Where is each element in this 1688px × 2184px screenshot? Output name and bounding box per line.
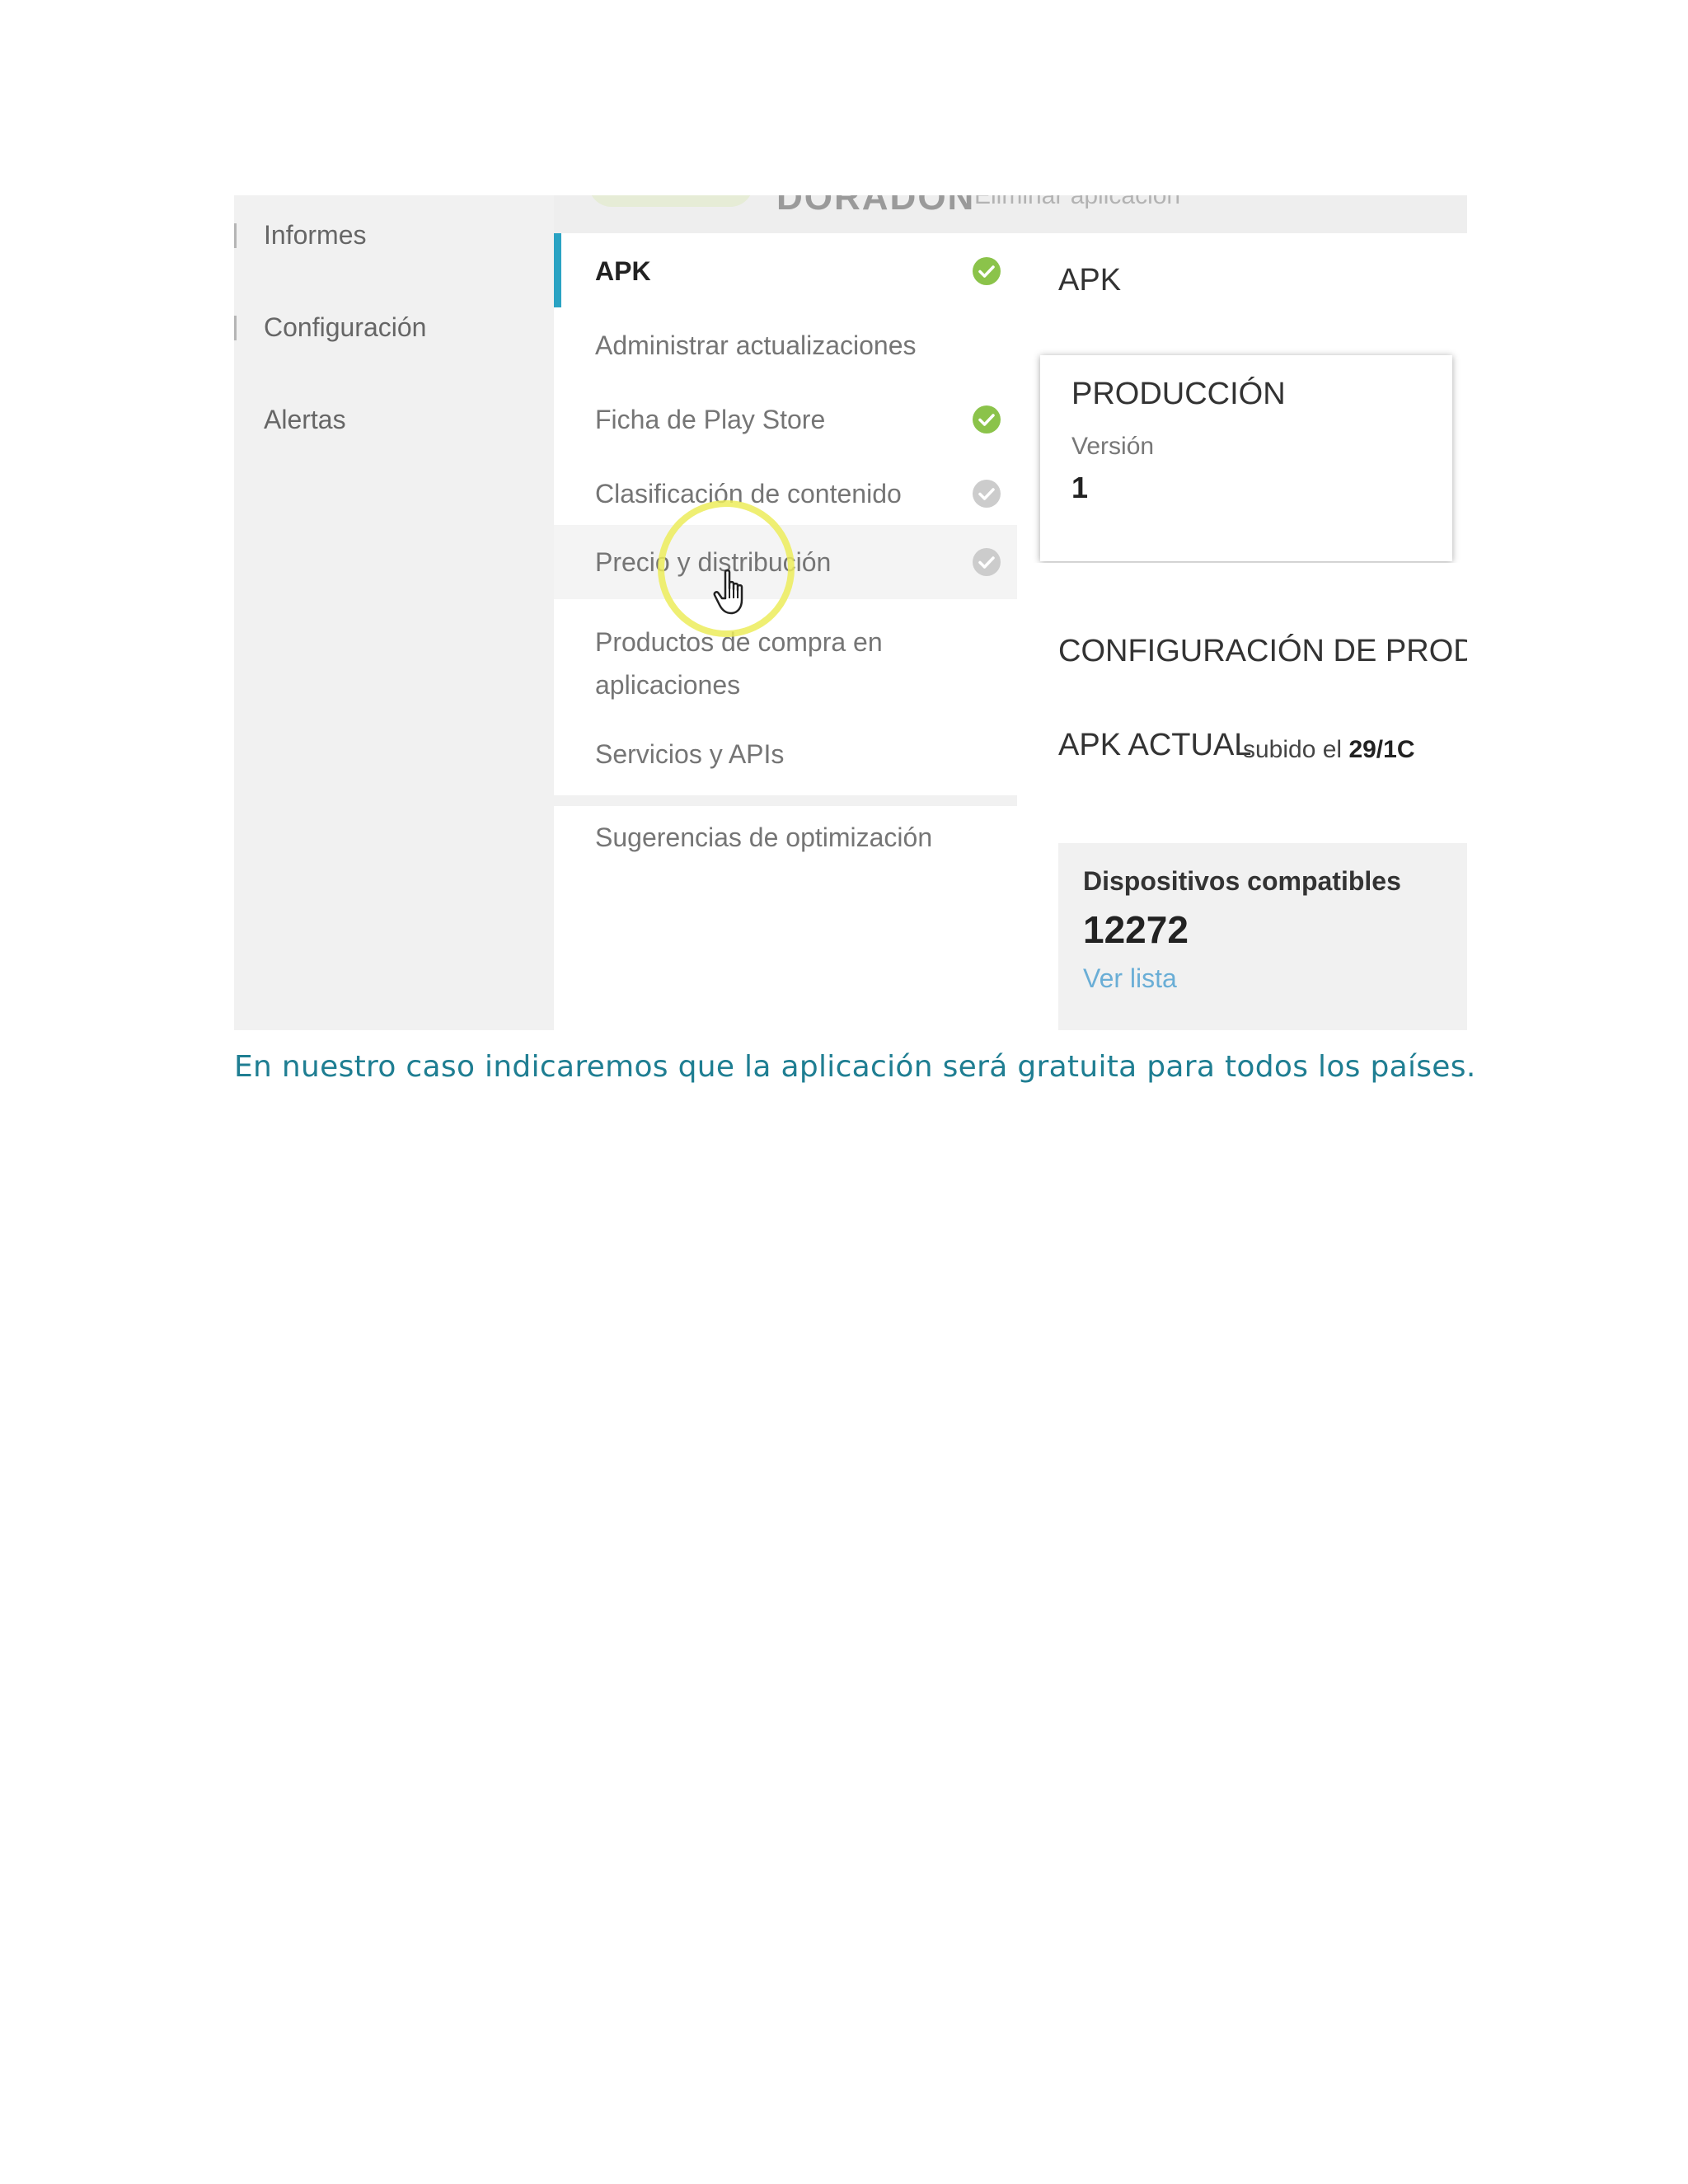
menu-item-label: Administrar actualizaciones (595, 330, 917, 360)
app-menu-panel: APK Administrar actualizaciones Ficha de… (554, 233, 1017, 1030)
check-circle-icon (973, 257, 1001, 285)
page-title: APK (1058, 263, 1122, 298)
check-circle-icon (973, 548, 1001, 576)
uploaded-date: subido el 29/1C (1243, 736, 1415, 764)
devices-label: Dispositivos compatibles (1083, 866, 1401, 896)
menu-item-optimization-tips[interactable]: Sugerencias de optimización (554, 816, 1017, 859)
menu-item-manage-updates[interactable]: Administrar actualizaciones (554, 324, 1017, 367)
check-circle-icon (973, 405, 1001, 434)
apk-content: APK PRODUCCIÓN Versión 1 CONFIGURACIÓN D… (1017, 233, 1467, 1030)
delete-app-link[interactable]: Eliminar aplicación (974, 195, 1180, 210)
menu-item-label: Sugerencias de optimización (595, 823, 933, 852)
devices-count: 12272 (1083, 908, 1189, 951)
app-name: DORADON (776, 195, 976, 218)
tab-baseline (1017, 563, 1467, 579)
nav-item-configuracion[interactable]: Configuración (264, 312, 426, 343)
app-menu-secondary: Sugerencias de optimización (554, 806, 1017, 1030)
menu-item-apk[interactable]: APK (554, 250, 1017, 293)
current-apk-title: APK ACTUAL (1058, 728, 1252, 762)
uploaded-date-value: 29/1C (1348, 736, 1415, 763)
screenshot-frame: Informes Configuración Alertas DORADON E… (234, 195, 1467, 1030)
nav-item-informes[interactable]: Informes (264, 220, 366, 251)
menu-item-store-listing[interactable]: Ficha de Play Store (554, 398, 1017, 441)
check-circle-icon (973, 480, 1001, 508)
version-label: Versión (1071, 433, 1155, 460)
menu-item-label: Productos de compra en aplicaciones (595, 627, 883, 700)
menu-item-services-apis[interactable]: Servicios y APIs (554, 733, 1017, 776)
app-menu: APK Administrar actualizaciones Ficha de… (554, 233, 1017, 795)
config-section-title: CONFIGURACIÓN DE PROD (1058, 634, 1467, 668)
view-list-link[interactable]: Ver lista (1083, 963, 1177, 994)
compatible-devices-box: Dispositivos compatibles 12272 Ver lista (1058, 843, 1467, 1030)
app-logo (588, 195, 753, 207)
production-tab[interactable]: PRODUCCIÓN Versión 1 (1040, 355, 1452, 561)
production-label: PRODUCCIÓN (1071, 377, 1286, 411)
menu-item-label: Servicios y APIs (595, 739, 785, 769)
menu-item-content-rating[interactable]: Clasificación de contenido (554, 472, 1017, 515)
nav-item-alertas[interactable]: Alertas (264, 405, 346, 435)
version-value: 1 (1071, 471, 1089, 504)
uploaded-prefix: subido el (1243, 736, 1343, 763)
nav-tick (234, 223, 237, 248)
hand-pointer-icon (712, 569, 753, 616)
nav-tick (234, 316, 237, 340)
menu-item-label: APK (595, 256, 651, 286)
left-nav: Informes Configuración Alertas (234, 195, 554, 1030)
caption-text: En nuestro caso indicaremos que la aplic… (234, 1050, 1476, 1084)
menu-item-label: Ficha de Play Store (595, 405, 826, 434)
app-header: DORADON Eliminar aplicación (554, 195, 1467, 233)
